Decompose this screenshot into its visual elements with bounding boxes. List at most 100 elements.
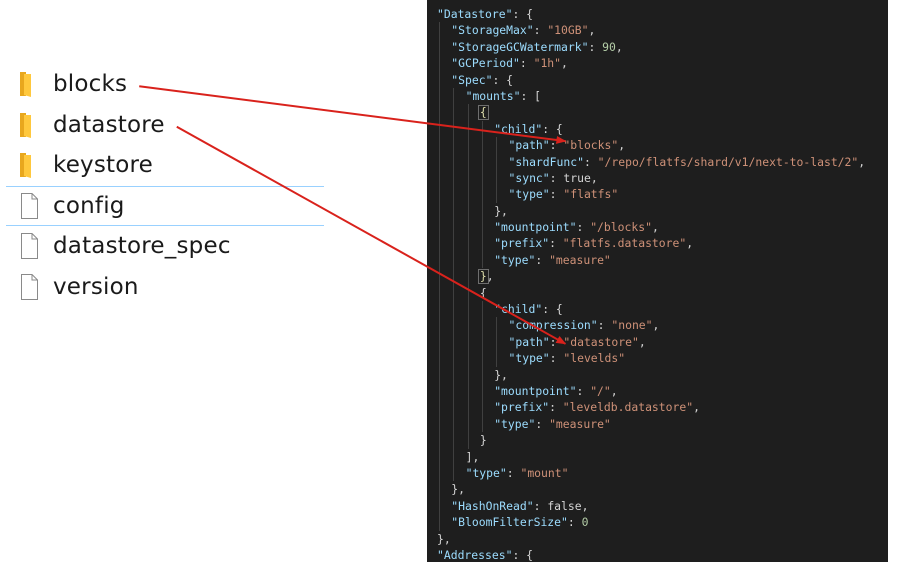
code-token-key: "type": [508, 187, 550, 202]
code-token-punct: ,: [561, 56, 568, 71]
code-token-str: "mount": [520, 465, 569, 480]
code-token-punct: },: [437, 531, 451, 546]
indent-guide: [453, 317, 455, 334]
code-text: {: [480, 285, 487, 301]
code-text: "shardFunc": "/repo/flatfs/shard/v1/next…: [509, 154, 866, 170]
indent-guide: [496, 333, 498, 351]
code-lines: "Datastore": {"StorageMax": "10GB", "Stor…: [427, 6, 888, 562]
code-token-str: "levelds": [563, 351, 626, 366]
code-text: "GCPeriod": "1h",: [451, 55, 568, 71]
code-token-str: "/repo/flatfs/shard/v1/next-to-last/2": [597, 154, 859, 169]
indent-guide: [467, 137, 469, 154]
code-text: "mounts": [: [466, 88, 541, 104]
indent-guide: [453, 415, 455, 433]
indent-guide: [467, 251, 469, 269]
indent-guide: [453, 251, 455, 269]
code-token-punct: ,: [618, 138, 626, 153]
code-text: ],: [466, 449, 480, 465]
code-text: "type": "measure": [494, 416, 611, 432]
code-token-punct: {: [479, 285, 487, 300]
file-item-blocks[interactable]: blocks: [0, 64, 330, 105]
indent-guide: [453, 366, 455, 383]
code-token-punct: :: [549, 170, 564, 185]
code-token-punct: :: [549, 138, 564, 153]
file-item-version[interactable]: version: [0, 267, 330, 308]
code-text: "Addresses": {: [437, 547, 533, 562]
code-token-key: "shardFunc": [508, 154, 584, 169]
indent-guide: [453, 464, 455, 482]
code-token-punct: ],: [465, 449, 480, 464]
code-token-str: "flatfs": [563, 187, 619, 202]
indent-guide: [467, 186, 469, 203]
indent-guide: [453, 333, 455, 351]
code-text: "type": "mount": [466, 465, 569, 481]
indent-guide: [481, 153, 483, 170]
indent-guide: [467, 153, 469, 170]
code-token-num: 0: [581, 515, 589, 530]
indent-guide: [439, 432, 440, 449]
code-token-lit: false: [547, 498, 582, 513]
file-name: version: [53, 273, 139, 300]
code-text: "path": "blocks",: [509, 137, 626, 153]
document-icon: [21, 192, 38, 219]
file-item-config[interactable]: config: [6, 185, 324, 226]
indent-guide: [467, 169, 469, 187]
code-line: "mounts": [: [427, 87, 888, 105]
file-item-datastore[interactable]: datastore: [0, 105, 330, 146]
code-editor-panel: "Datastore": {"StorageMax": "10GB", "Stor…: [427, 0, 888, 562]
code-token-punct: :: [549, 187, 564, 202]
indent-guide: [439, 284, 440, 302]
indent-guide: [481, 235, 483, 252]
indent-guide: [481, 137, 483, 154]
indent-guide: [453, 432, 455, 449]
code-token-punct: :: [588, 39, 603, 54]
indent-guide: [496, 317, 498, 334]
code-line: "Addresses": {: [427, 547, 888, 562]
code-token-punct: ,: [686, 236, 694, 251]
code-line: },: [427, 202, 888, 220]
code-token-lit: true: [563, 170, 591, 185]
code-token-key: "Addresses": [437, 547, 513, 562]
indent-guide: [496, 137, 498, 154]
code-text: "Datastore": {: [437, 6, 533, 22]
indent-guide: [453, 153, 455, 170]
code-token-punct: },: [451, 482, 466, 497]
code-token-punct: ,: [610, 383, 618, 398]
code-line: },: [427, 531, 888, 547]
code-token-str: "leveldb.datastore": [562, 400, 694, 415]
code-token-str: "10GB": [547, 23, 589, 38]
indent-guide: [467, 317, 469, 334]
code-text: "BloomFilterSize": 0: [451, 514, 588, 530]
code-token-punct: ,: [588, 23, 596, 38]
file-item-datastore-spec[interactable]: datastore_spec: [0, 226, 330, 267]
code-token-num: 90: [602, 39, 616, 54]
code-token-punct: :: [535, 416, 550, 431]
indent-guide: [481, 317, 483, 334]
code-text: "child": {: [494, 301, 563, 317]
indent-guide: [481, 382, 483, 400]
code-line: "type": "mount": [427, 464, 888, 482]
indent-guide: [453, 219, 455, 236]
code-token-key: "compression": [508, 318, 598, 333]
code-token-key: "GCPeriod": [451, 56, 520, 71]
indent-guide: [439, 366, 440, 383]
code-text: }: [480, 432, 487, 448]
file-item-keystore[interactable]: keystore: [0, 145, 330, 186]
indent-guide: [439, 71, 440, 88]
code-line: "Spec": {: [427, 71, 888, 88]
code-line: },: [427, 481, 888, 498]
indent-guide: [467, 333, 469, 351]
indent-guide: [439, 120, 440, 138]
code-line: }: [427, 432, 888, 449]
indent-guide: [439, 22, 440, 39]
indent-guide: [439, 268, 440, 285]
code-token-punct: :: [576, 220, 591, 235]
indent-guide: [496, 153, 498, 170]
indent-guide: [453, 186, 455, 203]
file-name: blocks: [53, 71, 128, 98]
code-token-punct: : {: [512, 547, 534, 562]
code-line: "mountpoint": "/blocks",: [427, 219, 888, 236]
code-token-key: "prefix": [494, 400, 550, 415]
indent-guide: [439, 448, 440, 465]
code-token-punct: :: [519, 56, 534, 71]
